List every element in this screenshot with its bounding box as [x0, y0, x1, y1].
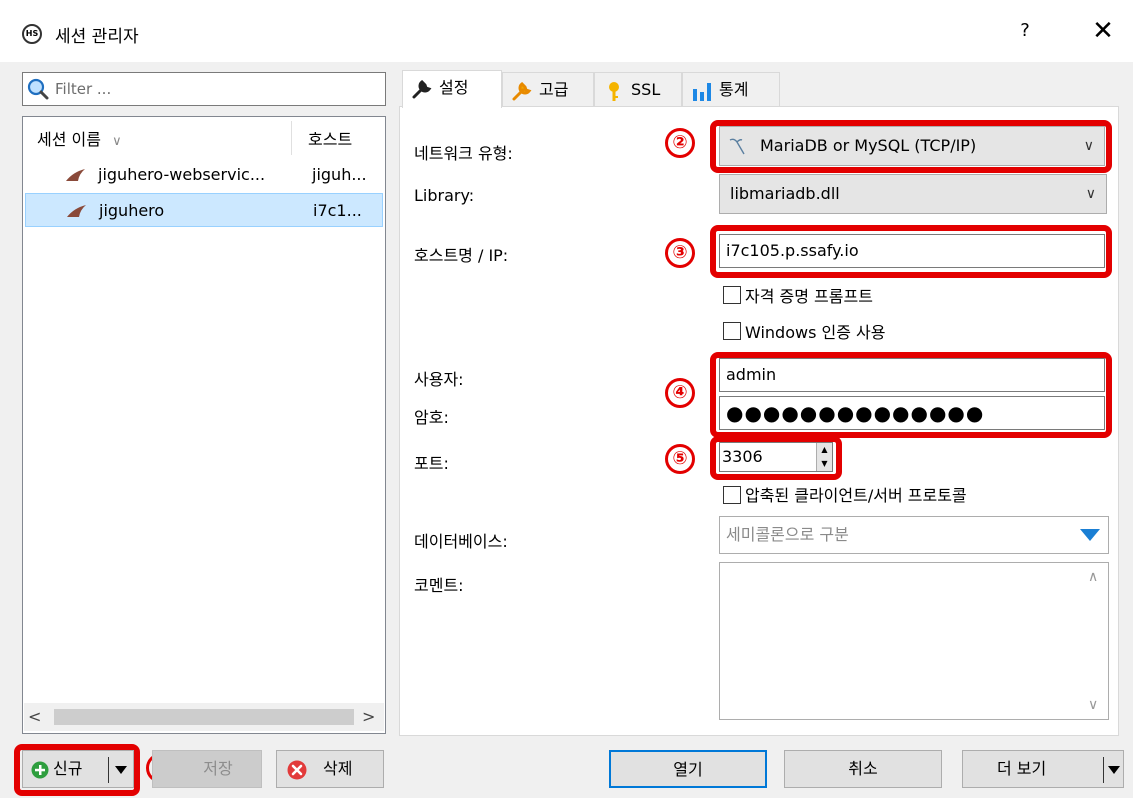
port-spinner[interactable]: 3306 ▲ ▼	[719, 442, 833, 472]
windows-auth-checkbox[interactable]	[723, 322, 741, 340]
column-header-host[interactable]: 호스트	[308, 123, 378, 157]
sort-chevron-icon: ∨	[112, 134, 122, 149]
tab-settings[interactable]: 설정	[402, 70, 502, 108]
session-row[interactable]: jiguhero-webservic... jiguh...	[25, 158, 383, 192]
column-divider[interactable]	[291, 121, 292, 155]
vertical-scrollbar[interactable]: ∧ ∨	[1084, 563, 1108, 719]
dropdown-arrow-icon[interactable]	[115, 766, 127, 774]
session-host: i7c1...	[313, 201, 362, 220]
comment-textarea[interactable]: ∧ ∨	[719, 562, 1109, 720]
password-label: 암호:	[414, 408, 449, 427]
session-list: 세션 이름 ∨ 호스트 jiguhero-webservic... jiguh.…	[22, 116, 386, 734]
wrench-icon	[412, 80, 432, 99]
chevron-down-icon: ∨	[1083, 138, 1094, 154]
compression-checkbox[interactable]	[723, 486, 741, 504]
session-row-selected[interactable]: jiguhero i7c1...	[25, 193, 383, 227]
mysql-dolphin-icon	[67, 205, 86, 217]
library-value: libmariadb.dll	[730, 184, 840, 203]
bar-chart-icon	[693, 83, 711, 101]
filter-box	[22, 72, 386, 106]
scroll-left-icon[interactable]: <	[28, 707, 41, 726]
title-bar: HS 세션 관리자 ? ✕	[0, 0, 1133, 62]
port-value: 3306	[722, 447, 763, 466]
new-button[interactable]: 신규	[22, 750, 134, 788]
scroll-down-icon[interactable]: ∨	[1088, 697, 1098, 713]
database-label: 데이터베이스:	[414, 532, 508, 551]
plus-icon	[31, 761, 49, 779]
compression-label: 압축된 클라이언트/서버 프로토콜	[745, 486, 967, 505]
delete-button[interactable]: 삭제	[276, 750, 384, 788]
credential-prompt-label: 자격 증명 프롬프트	[745, 287, 873, 306]
mysql-dolphin-icon	[66, 169, 85, 181]
session-host: jiguh...	[312, 165, 367, 184]
wrench-orange-icon	[512, 82, 532, 101]
dropdown-arrow-icon[interactable]	[1080, 529, 1100, 541]
delete-icon	[287, 760, 307, 780]
marker-2: ②	[665, 128, 695, 158]
search-icon	[27, 78, 49, 100]
user-label: 사용자:	[414, 370, 464, 389]
marker-4: ④	[665, 378, 695, 408]
spin-down-icon[interactable]: ▼	[816, 457, 832, 471]
more-button[interactable]: 더 보기	[962, 750, 1124, 788]
comment-label: 코멘트:	[414, 576, 464, 595]
user-input[interactable]: admin	[719, 358, 1105, 392]
windows-auth-label: Windows 인증 사용	[745, 323, 886, 342]
tab-ssl[interactable]: SSL	[594, 72, 682, 108]
column-header-session-name[interactable]: 세션 이름 ∨	[37, 123, 297, 157]
network-type-label: 네트워크 유형:	[414, 144, 513, 163]
open-button[interactable]: 열기	[609, 750, 767, 788]
split-separator	[108, 757, 109, 783]
filter-input[interactable]	[55, 77, 375, 101]
horizontal-scrollbar[interactable]: < >	[24, 703, 384, 731]
chevron-down-icon: ∨	[1085, 186, 1096, 202]
database-placeholder: 세미콜론으로 구분	[726, 525, 849, 544]
host-label: 호스트명 / IP:	[414, 246, 509, 265]
library-label: Library:	[414, 186, 475, 205]
session-name: jiguhero	[99, 201, 165, 220]
tab-statistics[interactable]: 통계	[682, 72, 780, 108]
window-title: 세션 관리자	[55, 27, 139, 47]
database-select[interactable]: 세미콜론으로 구분	[719, 516, 1109, 554]
scrollbar-thumb[interactable]	[54, 709, 354, 725]
tab-advanced[interactable]: 고급	[502, 72, 594, 108]
network-type-select[interactable]: MariaDB or MySQL (TCP/IP) ∨	[719, 126, 1105, 166]
host-input[interactable]: i7c105.p.ssafy.io	[719, 234, 1105, 268]
close-button[interactable]: ✕	[1088, 16, 1118, 46]
app-logo-icon: HS	[22, 24, 42, 44]
scroll-up-icon[interactable]: ∧	[1088, 569, 1098, 585]
dropdown-arrow-icon[interactable]	[1108, 766, 1120, 774]
network-type-value: MariaDB or MySQL (TCP/IP)	[760, 136, 977, 155]
cancel-button[interactable]: 취소	[784, 750, 942, 788]
split-separator	[1103, 757, 1104, 783]
library-select[interactable]: libmariadb.dll ∨	[719, 174, 1107, 214]
session-name: jiguhero-webservic...	[98, 165, 266, 184]
port-label: 포트:	[414, 454, 449, 473]
credential-prompt-checkbox[interactable]	[723, 286, 741, 304]
marker-5: ⑤	[665, 444, 695, 474]
marker-3: ③	[665, 238, 695, 268]
help-button[interactable]: ?	[1013, 20, 1037, 44]
password-input[interactable]: ●●●●●●●●●●●●●●	[719, 396, 1105, 430]
key-icon	[609, 82, 619, 101]
scroll-right-icon[interactable]: >	[362, 707, 375, 726]
spin-up-icon[interactable]: ▲	[816, 443, 832, 457]
mariadb-icon	[729, 138, 745, 155]
save-button[interactable]: 저장	[152, 750, 262, 788]
